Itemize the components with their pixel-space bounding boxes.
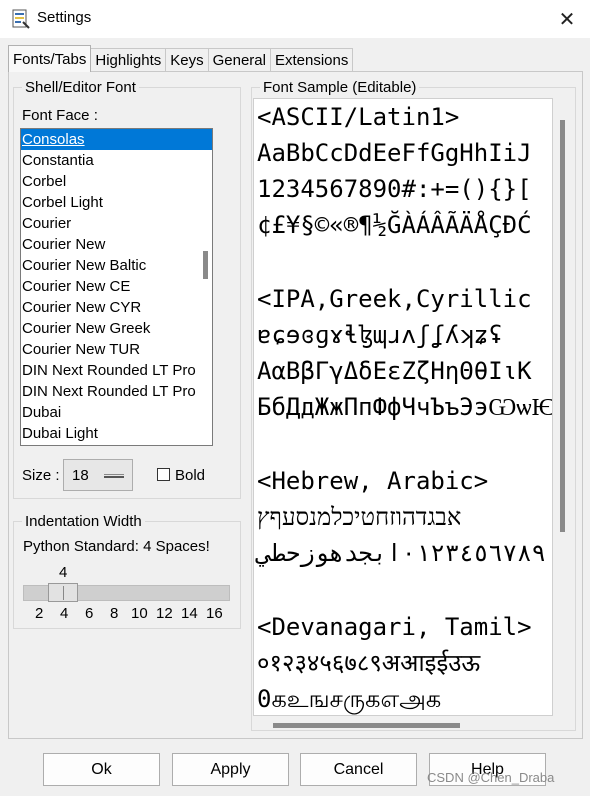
bold-label: Bold — [175, 467, 206, 484]
sample-line: AaBbCcDdEeFfGgHhIiJ — [257, 139, 532, 167]
sample-line — [254, 425, 552, 463]
sample-line: БбДдЖжПпФфЧчЪъЭэѠѡѤ — [257, 393, 553, 421]
slider-tick-label: 4 — [60, 605, 69, 622]
font-list-item[interactable]: Courier New Greek — [21, 318, 212, 339]
font-list-item[interactable]: Corbel Light — [21, 192, 212, 213]
indent-slider-thumb[interactable] — [48, 583, 78, 602]
sample-line — [254, 571, 552, 609]
sample-line: <ASCII/Latin1> — [257, 103, 460, 131]
font-face-list[interactable]: Consolas Constantia Corbel Corbel Light … — [20, 128, 213, 446]
sample-line: <Hebrew, Arabic> — [257, 467, 489, 495]
sample-line: ¢£¥§©«®¶½ĞÀÁÂÃÄÅÇĐĆ — [257, 211, 532, 239]
slider-tick-label: 6 — [85, 605, 94, 622]
font-size-select[interactable]: 18 — [63, 459, 133, 491]
font-list-item[interactable]: DIN Next Rounded LT Pro — [21, 360, 212, 381]
font-list-item[interactable]: Constantia — [21, 150, 212, 171]
close-icon: ✕ — [558, 7, 576, 31]
indent-current-value: 4 — [59, 564, 68, 581]
font-list-scrollbar[interactable] — [203, 251, 208, 279]
tab-highlights[interactable]: Highlights — [90, 48, 167, 72]
watermark: CSDN @Chen_Draba — [427, 770, 555, 785]
sample-line: ٠١٢٣٤٥٦٧٨٩ابجدهوزحطي — [257, 539, 546, 567]
tab-general[interactable]: General — [207, 48, 271, 72]
font-list-item[interactable]: Courier — [21, 213, 212, 234]
python-standard-text: Python Standard: 4 Spaces! — [23, 538, 210, 555]
font-list-item[interactable]: Courier New Baltic — [21, 255, 212, 276]
font-list-item[interactable]: Corbel — [21, 171, 212, 192]
python-idle-icon — [12, 9, 30, 29]
sample-horizontal-scrollbar[interactable] — [273, 723, 460, 728]
tab-fonts-tabs[interactable]: Fonts/Tabs — [8, 45, 92, 72]
font-list-item[interactable]: Consolas — [21, 129, 212, 150]
sample-line — [254, 243, 552, 281]
tab-extensions[interactable]: Extensions — [269, 48, 354, 72]
font-list-item[interactable]: Courier New — [21, 234, 212, 255]
sample-line: 1234567890#:+=(){}[ — [257, 175, 532, 203]
slider-tick-label: 14 — [181, 605, 198, 622]
font-size-value: 18 — [72, 466, 89, 484]
sample-line: 0கஉஙசருகஎஅக — [257, 685, 442, 713]
tab-keys[interactable]: Keys — [165, 48, 209, 72]
slider-tick-label: 8 — [110, 605, 119, 622]
window-title: Settings — [37, 9, 92, 26]
sample-line: ०१२३४५६७८९अआइईउऊ — [257, 649, 481, 677]
title-bar: Settings ✕ — [0, 0, 590, 38]
slider-tick-label: 10 — [131, 605, 148, 622]
sample-line: אבגדהוזחטיכלמנסעףץ — [257, 503, 462, 531]
sample-line: ΑαΒβΓγΔδΕεΖζΗηΘθΙιΚ — [257, 357, 532, 385]
size-label: Size : — [22, 467, 60, 484]
slider-tick-label: 16 — [206, 605, 223, 622]
tab-bar: Fonts/Tabs Highlights Keys General Exten… — [8, 45, 354, 72]
font-list-item[interactable]: Courier New TUR — [21, 339, 212, 360]
cancel-button[interactable]: Cancel — [300, 753, 417, 786]
sample-vertical-scrollbar[interactable] — [560, 120, 565, 532]
sample-line: ɐɕɘɞɡɤɬɮɰɹʌʃʆʎʞʑʢ — [257, 321, 503, 349]
indentation-width-label: Indentation Width — [22, 513, 145, 530]
dropdown-icon — [104, 474, 124, 478]
font-sample-textarea[interactable]: <ASCII/Latin1> AaBbCcDdEeFfGgHhIiJ 12345… — [253, 98, 553, 716]
font-list-item[interactable]: Dubai — [21, 402, 212, 423]
font-face-label: Font Face : — [22, 107, 98, 124]
slider-tick-label: 2 — [35, 605, 44, 622]
shell-editor-font-label: Shell/Editor Font — [22, 79, 139, 96]
font-list-item[interactable]: Courier New CE — [21, 276, 212, 297]
sample-line: <Devanagari, Tamil> — [257, 613, 532, 641]
font-list-item[interactable]: Dubai Light — [21, 423, 212, 444]
font-sample-label: Font Sample (Editable) — [260, 79, 420, 96]
font-list-item[interactable]: DIN Next Rounded LT Pro — [21, 381, 212, 402]
bold-checkbox[interactable] — [157, 468, 170, 481]
ok-button[interactable]: Ok — [43, 753, 160, 786]
slider-tick-label: 12 — [156, 605, 173, 622]
apply-button[interactable]: Apply — [172, 753, 289, 786]
close-button[interactable]: ✕ — [544, 0, 590, 38]
sample-line: <IPA,Greek,Cyrillic — [257, 285, 532, 313]
font-list-item[interactable]: Courier New CYR — [21, 297, 212, 318]
